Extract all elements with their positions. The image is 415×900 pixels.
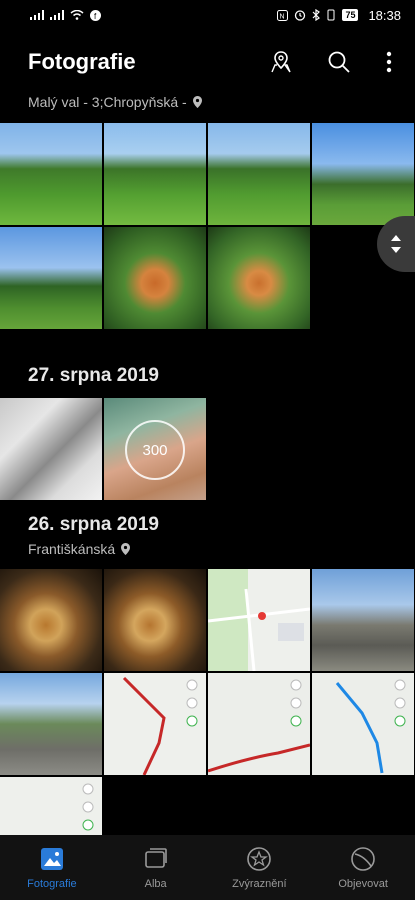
location-text: Františkánská: [28, 541, 116, 557]
photo-thumbnail[interactable]: [104, 123, 206, 225]
map-preview: [335, 679, 406, 774]
arrow-up-icon: [391, 235, 401, 241]
location-pin-icon: [121, 543, 131, 555]
tab-label: Objevovat: [338, 877, 388, 890]
svg-text:N: N: [280, 13, 285, 20]
map-preview: [122, 676, 198, 775]
map-thumbnail[interactable]: [208, 673, 310, 775]
photo-thumbnail[interactable]: [0, 227, 102, 329]
map-thumbnail[interactable]: [312, 673, 414, 775]
photo-thumbnail[interactable]: [0, 398, 102, 500]
header-actions: [267, 48, 395, 76]
search-icon: [328, 51, 350, 73]
mute-icon: [327, 9, 335, 21]
photo-thumbnail[interactable]: [208, 227, 310, 329]
wifi-icon: [70, 10, 84, 20]
status-bar: f N 75 18:38: [0, 0, 415, 30]
photo-thumbnail[interactable]: [104, 569, 206, 671]
map-thumbnail[interactable]: [208, 569, 310, 671]
photo-grid-2: [0, 398, 414, 500]
location-label-2[interactable]: Františkánská: [28, 541, 131, 557]
more-vertical-icon: [386, 51, 392, 73]
ring-value: 300: [142, 441, 168, 459]
map-preview: [208, 679, 310, 773]
photo-thumbnail[interactable]: [0, 123, 102, 225]
app-header: Fotografie: [0, 38, 415, 86]
map-preview: [208, 569, 310, 671]
date-header: 26. srpna 2019: [28, 514, 159, 535]
tab-photos[interactable]: Fotografie: [2, 846, 102, 890]
alarm-icon: [295, 10, 306, 21]
status-left: f: [30, 9, 101, 21]
signal-icon: [30, 10, 44, 20]
album-icon: [143, 846, 169, 872]
date-header: 27. srpna 2019: [28, 365, 159, 386]
search-button[interactable]: [325, 48, 353, 76]
map-pin-button[interactable]: [267, 48, 295, 76]
tab-highlights[interactable]: Zvýraznění: [209, 846, 309, 890]
battery-indicator: 75: [342, 9, 359, 21]
photo-thumbnail[interactable]: [208, 123, 310, 225]
bottom-tab-bar: Fotografie Alba Zvýraznění Objevovat: [0, 835, 415, 900]
facebook-icon: f: [90, 9, 101, 21]
nfc-icon: N: [277, 9, 289, 21]
map-pin-icon: [271, 51, 291, 73]
arrow-down-icon: [391, 247, 401, 253]
page-title: Fotografie: [28, 49, 136, 74]
location-label[interactable]: Malý val - 3;Chropyňská -: [28, 94, 202, 110]
bluetooth-icon: [313, 9, 321, 21]
signal-icon-2: [50, 10, 64, 20]
tab-discover[interactable]: Objevovat: [313, 846, 413, 890]
count-ring: 300: [125, 420, 185, 480]
location-text: Malý val - 3;Chropyňská -: [28, 94, 187, 110]
tab-label: Fotografie: [27, 877, 77, 890]
photo-thumbnail[interactable]: [0, 673, 102, 775]
clock: 18:38: [368, 7, 401, 23]
photo-thumbnail[interactable]: [312, 123, 414, 225]
photo-thumbnail[interactable]: [312, 569, 414, 671]
location-pin-icon: [192, 96, 202, 108]
photo-grid-3: [0, 569, 414, 879]
tab-albums[interactable]: Alba: [106, 846, 206, 890]
discover-icon: [350, 846, 376, 872]
map-thumbnail[interactable]: [104, 673, 206, 775]
tab-label: Alba: [144, 877, 167, 890]
photo-thumbnail[interactable]: [0, 569, 102, 671]
photo-grid-1: [0, 123, 414, 329]
tab-label: Zvýraznění: [232, 877, 287, 890]
photo-thumbnail[interactable]: [104, 227, 206, 329]
highlights-icon: [246, 846, 272, 872]
more-button[interactable]: [383, 48, 395, 76]
status-right: N 75 18:38: [277, 8, 401, 23]
photo-icon: [39, 846, 65, 872]
